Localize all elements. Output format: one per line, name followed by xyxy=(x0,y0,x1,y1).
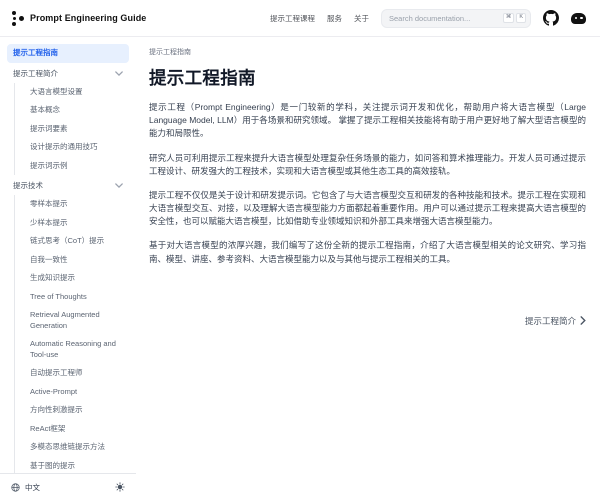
paragraph: 提示工程（Prompt Engineering）是一门较新的学科，关注提示词开发… xyxy=(149,101,586,141)
sidebar-item-basics[interactable]: 基本概念 xyxy=(24,101,129,120)
top-header: Prompt Engineering Guide 提示工程课程 服务 关于 ⌘ … xyxy=(0,0,600,37)
sidebar-item-tree-of-thoughts[interactable]: Tree of Thoughts xyxy=(24,288,129,307)
chevron-down-icon xyxy=(115,183,123,188)
next-page-link[interactable]: 提示工程简介 xyxy=(525,315,586,327)
header-nav: 提示工程课程 服务 关于 xyxy=(270,13,369,24)
sidebar-item-active-prompt[interactable]: Active-Prompt xyxy=(24,383,129,402)
nav-link-about[interactable]: 关于 xyxy=(354,13,369,24)
header-right: 提示工程课程 服务 关于 ⌘ K xyxy=(270,9,586,28)
search-input[interactable] xyxy=(389,14,503,23)
chevron-down-icon xyxy=(115,71,123,76)
page-title: 提示工程指南 xyxy=(149,65,586,90)
sidebar-item-prompt-elements[interactable]: 提示词要素 xyxy=(24,120,129,139)
paragraph: 提示工程不仅仅是关于设计和研发提示词。它包含了与大语言模型交互和研发的各种技能和… xyxy=(149,189,586,229)
discord-icon[interactable] xyxy=(571,13,586,24)
app-window: Prompt Engineering Guide 提示工程课程 服务 关于 ⌘ … xyxy=(0,0,600,500)
kbd-k: K xyxy=(516,13,526,23)
sidebar-group-techniques: 零样本提示 少样本提示 链式思考（CoT）提示 自我一致性 生成知识提示 Tre… xyxy=(14,195,129,473)
sidebar-item-zero-shot[interactable]: 零样本提示 xyxy=(24,195,129,214)
sidebar-item-general-tips[interactable]: 设计提示的通用技巧 xyxy=(24,138,129,157)
site-logo[interactable]: Prompt Engineering Guide xyxy=(12,11,146,26)
language-switcher[interactable]: 中文 xyxy=(11,482,40,493)
language-label: 中文 xyxy=(25,482,40,493)
pagination: 提示工程简介 xyxy=(149,315,586,327)
search-box[interactable]: ⌘ K xyxy=(381,9,531,28)
sidebar: 提示工程指南 提示工程简介 大语言模型设置 基本概念 提示词要素 设计提示的通用… xyxy=(0,37,136,500)
globe-icon xyxy=(11,483,20,492)
theme-sun-icon[interactable] xyxy=(115,482,125,492)
logo-icon xyxy=(12,11,24,26)
chevron-right-icon xyxy=(580,316,586,325)
paragraph: 基于对大语言模型的浓厚兴趣，我们编写了这份全新的提示工程指南，介绍了大语言模型相… xyxy=(149,239,586,265)
sidebar-section-label: 提示工程简介 xyxy=(13,68,58,79)
kbd-cmd: ⌘ xyxy=(503,13,515,23)
sidebar-section-introduction[interactable]: 提示工程简介 xyxy=(7,63,129,83)
next-page-label: 提示工程简介 xyxy=(525,315,576,327)
sidebar-item-rag[interactable]: Retrieval Augmented Generation xyxy=(24,306,129,335)
sidebar-group-introduction: 大语言模型设置 基本概念 提示词要素 设计提示的通用技巧 提示词示例 xyxy=(14,83,129,176)
sidebar-item-react[interactable]: ReAct框架 xyxy=(24,420,129,439)
sidebar-item-self-consistency[interactable]: 自我一致性 xyxy=(24,251,129,270)
sidebar-item-llm-settings[interactable]: 大语言模型设置 xyxy=(24,83,129,102)
sidebar-item-directional-stimulus[interactable]: 方向性刺激提示 xyxy=(24,401,129,420)
sidebar-nav: 提示工程指南 提示工程简介 大语言模型设置 基本概念 提示词要素 设计提示的通用… xyxy=(0,37,136,473)
sidebar-item-ape[interactable]: 自动提示工程师 xyxy=(24,364,129,383)
sidebar-item-graph-prompting[interactable]: 基于图的提示 xyxy=(24,457,129,474)
sidebar-section-label: 提示技术 xyxy=(13,180,43,191)
paragraph: 研究人员可利用提示工程来提升大语言模型处理复杂任务场景的能力，如问答和算术推理能… xyxy=(149,152,586,178)
sidebar-item-guide[interactable]: 提示工程指南 xyxy=(7,44,129,63)
search-shortcut: ⌘ K xyxy=(503,13,526,23)
main-content: 提示工程指南 提示工程指南 提示工程（Prompt Engineering）是一… xyxy=(136,37,600,500)
body-row: 提示工程指南 提示工程简介 大语言模型设置 基本概念 提示词要素 设计提示的通用… xyxy=(0,37,600,500)
nav-link-course[interactable]: 提示工程课程 xyxy=(270,13,315,24)
github-icon[interactable] xyxy=(543,10,559,26)
sidebar-item-generated-knowledge[interactable]: 生成知识提示 xyxy=(24,269,129,288)
sidebar-footer: 中文 xyxy=(0,473,136,500)
sidebar-item-multimodal-cot[interactable]: 多模态思维链提示方法 xyxy=(24,438,129,457)
sidebar-item-prompt-examples[interactable]: 提示词示例 xyxy=(24,157,129,176)
site-title: Prompt Engineering Guide xyxy=(30,13,146,23)
sidebar-item-art[interactable]: Automatic Reasoning and Tool-use xyxy=(24,335,129,364)
sidebar-item-cot[interactable]: 链式思考（CoT）提示 xyxy=(24,232,129,251)
sidebar-item-few-shot[interactable]: 少样本提示 xyxy=(24,214,129,233)
nav-link-services[interactable]: 服务 xyxy=(327,13,342,24)
sidebar-section-techniques[interactable]: 提示技术 xyxy=(7,175,129,195)
breadcrumb: 提示工程指南 xyxy=(149,47,586,57)
